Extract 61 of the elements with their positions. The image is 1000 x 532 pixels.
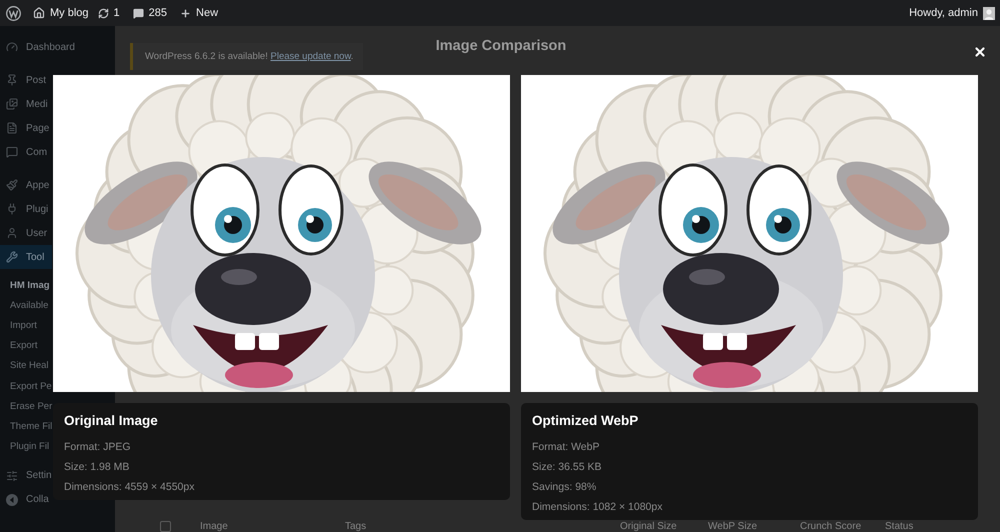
sidebar-item[interactable]: Medi bbox=[0, 92, 52, 116]
sidebar-item[interactable]: Plugi bbox=[0, 197, 52, 221]
sidebar-item[interactable]: User bbox=[0, 221, 52, 245]
plug-icon bbox=[6, 203, 18, 215]
sidebar-item[interactable]: Appe bbox=[0, 173, 52, 197]
gauge-icon bbox=[6, 41, 18, 53]
account-menu[interactable]: Howdy, admin bbox=[909, 6, 995, 20]
submenu-item[interactable]: Erase Per bbox=[0, 396, 52, 416]
modal-title: Image Comparison bbox=[436, 38, 566, 54]
sidebar-item[interactable]: Page bbox=[0, 116, 52, 140]
plus-icon bbox=[180, 8, 192, 18]
detail-text: Size: 1.98 MB bbox=[64, 460, 130, 475]
sidebar-item[interactable]: Settin bbox=[0, 464, 54, 488]
column-header: Status bbox=[885, 521, 914, 532]
speech-bubble-icon bbox=[132, 8, 144, 18]
home-icon bbox=[33, 7, 45, 19]
wrench-icon bbox=[6, 251, 18, 263]
logo-icon[interactable] bbox=[6, 6, 21, 20]
comments-link[interactable]: 285 bbox=[132, 7, 168, 19]
submenu-item[interactable]: Theme Fil bbox=[0, 416, 52, 436]
close-icon bbox=[973, 45, 987, 59]
submenu-item[interactable]: Import bbox=[0, 315, 37, 336]
submenu-item[interactable]: Site Heal bbox=[0, 356, 49, 376]
column-header: Image bbox=[200, 521, 229, 532]
submenu-item[interactable]: Available bbox=[0, 295, 48, 316]
page-icon bbox=[6, 122, 18, 134]
submenu-item[interactable]: Plugin Fil bbox=[0, 436, 50, 457]
column-header: Crunch Score bbox=[800, 521, 862, 532]
site-link[interactable]: My blog bbox=[33, 7, 89, 19]
sidebar-item[interactable]: Dashboard bbox=[0, 35, 77, 59]
pin-icon bbox=[6, 74, 18, 86]
submenu-item[interactable]: Export Pe bbox=[0, 376, 52, 396]
updates-link[interactable]: 1 bbox=[98, 7, 120, 19]
paintbrush-icon bbox=[6, 179, 18, 191]
new-link[interactable]: New bbox=[180, 7, 218, 19]
detail-text: Savings: 98% bbox=[532, 480, 598, 495]
column-header: Tags bbox=[345, 521, 368, 532]
column-header: Original Size bbox=[620, 521, 678, 532]
submenu-item[interactable]: HM Imag bbox=[0, 275, 50, 296]
detail-text: Dimensions: 1082 × 1080px bbox=[532, 500, 664, 515]
sidebar-item[interactable]: Post bbox=[0, 68, 52, 92]
panel-title: Original Image bbox=[64, 412, 159, 430]
speech-bubble-icon bbox=[6, 146, 18, 158]
column-header: WebP Size bbox=[708, 521, 758, 532]
update-link[interactable]: Please update now bbox=[270, 51, 351, 62]
detail-text: Dimensions: 4559 × 4550px bbox=[64, 480, 196, 495]
detail-text: Format: WebP bbox=[532, 440, 600, 455]
sidebar-item[interactable]: Com bbox=[0, 140, 52, 164]
sidebar-item[interactable]: Tool bbox=[0, 245, 52, 269]
detail-text: Size: 36.55 KB bbox=[532, 460, 602, 475]
images-icon bbox=[6, 98, 18, 110]
sliders-icon bbox=[6, 470, 18, 482]
refresh-icon bbox=[98, 8, 109, 18]
panel-title: Optimized WebP bbox=[532, 412, 640, 430]
select-all-checkbox[interactable] bbox=[160, 521, 171, 532]
submenu-item[interactable]: Export bbox=[0, 336, 38, 356]
user-icon bbox=[6, 227, 18, 239]
avatar-icon bbox=[983, 6, 995, 20]
detail-text: Format: JPEG bbox=[64, 440, 132, 455]
notice-text: WordPress 6.6.2 is available! Please update now. bbox=[145, 51, 354, 62]
sidebar-item[interactable]: Colla bbox=[0, 488, 52, 512]
